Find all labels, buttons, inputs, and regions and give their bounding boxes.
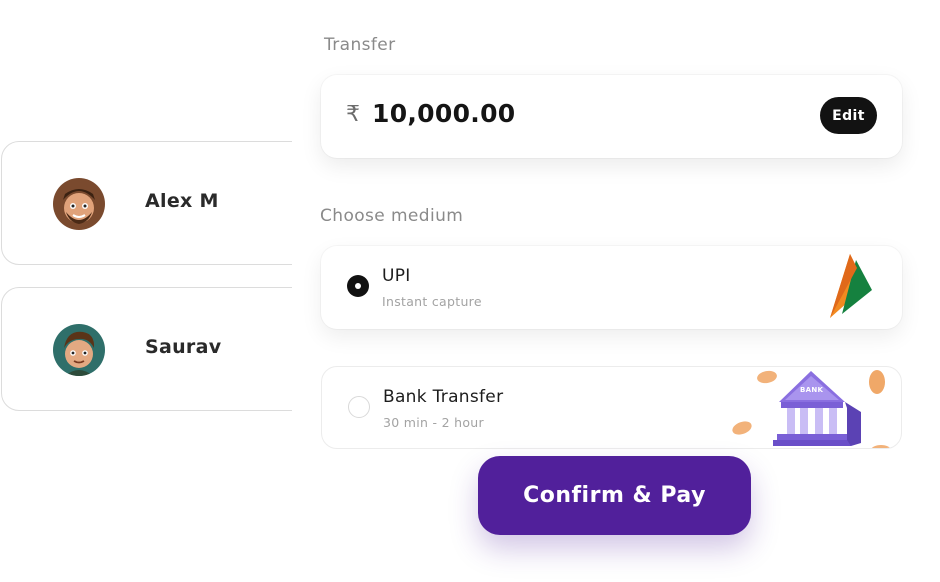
contacts-panel: Alex M Saurav <box>0 0 292 582</box>
medium-subtitle: Instant capture <box>382 294 482 309</box>
upi-logo-icon <box>826 252 876 322</box>
contact-name: Alex M <box>145 190 219 212</box>
medium-option-bank-transfer[interactable]: Bank Transfer 30 min - 2 hour BANK <box>321 366 902 449</box>
medium-title: Bank Transfer <box>383 387 504 407</box>
contact-name: Saurav <box>145 336 222 358</box>
amount-card: ₹ 10,000.00 Edit <box>321 75 902 158</box>
medium-title: UPI <box>382 266 411 286</box>
edit-amount-button[interactable]: Edit <box>820 97 877 134</box>
rupee-symbol: ₹ <box>346 102 360 127</box>
confirm-pay-button[interactable]: Confirm & Pay <box>478 456 751 535</box>
bank-icon-text: BANK <box>800 386 824 394</box>
person-avatar-icon <box>53 324 105 376</box>
radio-selected[interactable] <box>347 275 369 297</box>
medium-option-upi[interactable]: UPI Instant capture <box>321 246 902 329</box>
medium-subtitle: 30 min - 2 hour <box>383 415 484 430</box>
contact-card-alex[interactable]: Alex M <box>1 141 292 265</box>
person-avatar-icon <box>53 178 105 230</box>
choose-medium-label: Choose medium <box>320 206 464 226</box>
transfer-amount: 10,000.00 <box>372 99 516 128</box>
radio-unselected[interactable] <box>348 396 370 418</box>
contact-card-saurav[interactable]: Saurav <box>1 287 292 411</box>
bank-building-icon: BANK <box>727 367 901 448</box>
transfer-label: Transfer <box>324 35 396 55</box>
